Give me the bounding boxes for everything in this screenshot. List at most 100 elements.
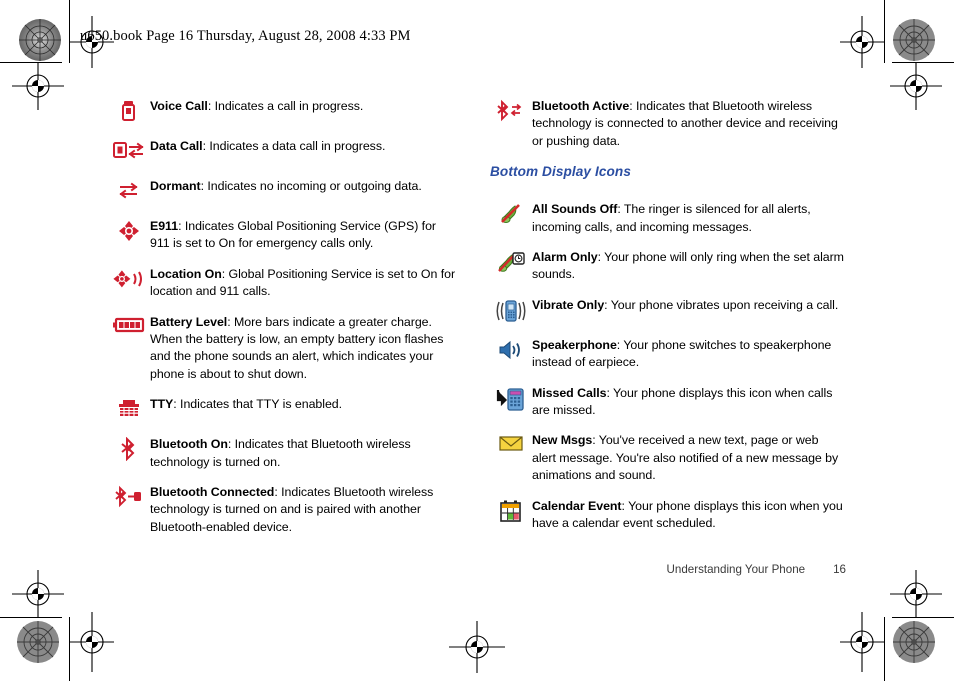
list-item-text: Bluetooth Connected: Indicates Bluetooth… bbox=[150, 484, 458, 536]
term: Alarm Only bbox=[532, 250, 598, 265]
registration-crosshair-bottom-right bbox=[840, 612, 884, 672]
term: Battery Level bbox=[150, 314, 228, 329]
bluetooth-active-icon bbox=[490, 98, 532, 125]
data-call-icon bbox=[108, 138, 150, 165]
list-item-text: Calendar Event: Your phone displays this… bbox=[532, 498, 845, 533]
registration-crosshair-top-right bbox=[840, 16, 884, 68]
definition: : Indicates that TTY is enabled. bbox=[173, 397, 343, 412]
list-item-text: Voice Call: Indicates a call in progress… bbox=[150, 98, 458, 115]
registration-crosshair-bottom-left bbox=[70, 612, 114, 672]
right-column: Bluetooth Active: Indicates that Bluetoo… bbox=[490, 98, 845, 546]
definition: : Indicates Global Positioning Service (… bbox=[150, 219, 436, 251]
definition: : Indicates a data call in progress. bbox=[202, 139, 386, 153]
page-footer: Understanding Your Phone 16 bbox=[667, 563, 847, 576]
footer-page-number: 16 bbox=[833, 563, 846, 576]
registration-crosshair-right-lower bbox=[890, 570, 942, 618]
list-item-text: Data Call: Indicates a data call in prog… bbox=[150, 138, 458, 155]
list-item: Dormant: Indicates no incoming or outgoi… bbox=[108, 178, 458, 205]
trim-rule-bottom-left-horizontal bbox=[0, 617, 62, 619]
list-item-text: Vibrate Only: Your phone vibrates upon r… bbox=[532, 297, 845, 314]
list-item-text: Bluetooth Active: Indicates that Bluetoo… bbox=[532, 98, 845, 150]
missed-calls-icon bbox=[490, 385, 532, 412]
list-item-text: Bluetooth On: Indicates that Bluetooth w… bbox=[150, 436, 458, 471]
list-item: Missed Calls: Your phone displays this i… bbox=[490, 385, 845, 420]
list-item-text: Location On: Global Positioning Service … bbox=[150, 266, 458, 301]
list-item: Calendar Event: Your phone displays this… bbox=[490, 498, 845, 533]
trim-rule-top-left-horizontal bbox=[0, 62, 62, 64]
list-item: Location On: Global Positioning Service … bbox=[108, 266, 458, 301]
list-item: Vibrate Only: Your phone vibrates upon r… bbox=[490, 297, 845, 324]
battery-level-icon bbox=[108, 314, 150, 341]
term: Bluetooth Active bbox=[532, 99, 630, 113]
list-item-text: Speakerphone: Your phone switches to spe… bbox=[532, 337, 845, 372]
list-item: TTY: Indicates that TTY is enabled. bbox=[108, 396, 458, 423]
term: All Sounds Off bbox=[532, 202, 618, 217]
list-item: E911: Indicates Global Positioning Servi… bbox=[108, 218, 458, 253]
list-item-text: New Msgs: You've received a new text, pa… bbox=[532, 432, 845, 484]
term: Data Call bbox=[150, 139, 203, 153]
list-item: All Sounds Off: The ringer is silenced f… bbox=[490, 201, 845, 236]
e911-icon bbox=[108, 218, 150, 245]
section-heading-bottom-display-icons: Bottom Display Icons bbox=[490, 164, 631, 180]
tty-icon bbox=[108, 396, 150, 423]
trim-rule-bottom-right-horizontal bbox=[892, 617, 954, 619]
list-item-text: TTY: Indicates that TTY is enabled. bbox=[150, 396, 458, 413]
term: TTY bbox=[150, 397, 174, 412]
list-item: Alarm Only: Your phone will only ring wh… bbox=[490, 249, 845, 284]
printed-page: u650.book Page 16 Thursday, August 28, 2… bbox=[0, 0, 954, 681]
left-column: Voice Call: Indicates a call in progress… bbox=[108, 98, 458, 549]
alarm-only-icon bbox=[490, 249, 532, 276]
definition: : Indicates no incoming or outgoing data… bbox=[200, 179, 422, 193]
term: Bluetooth Connected bbox=[150, 485, 275, 500]
definition: : Indicates a call in progress. bbox=[207, 99, 364, 113]
calendar-event-icon bbox=[490, 498, 532, 525]
trim-rule-bottom-left-vertical bbox=[69, 617, 71, 681]
list-item: New Msgs: You've received a new text, pa… bbox=[490, 432, 845, 484]
list-item: Battery Level: More bars indicate a grea… bbox=[108, 314, 458, 384]
term: Location On bbox=[150, 266, 222, 281]
bluetooth-connected-icon bbox=[108, 484, 150, 511]
list-item: Data Call: Indicates a data call in prog… bbox=[108, 138, 458, 165]
list-item-text: Dormant: Indicates no incoming or outgoi… bbox=[150, 178, 458, 195]
trim-rule-top-right-vertical bbox=[884, 0, 886, 63]
term: Vibrate Only bbox=[532, 297, 605, 312]
registration-crosshair-right-upper bbox=[890, 62, 942, 110]
list-item: Bluetooth Connected: Indicates Bluetooth… bbox=[108, 484, 458, 536]
list-item: Speakerphone: Your phone switches to spe… bbox=[490, 337, 845, 372]
list-item-text: Missed Calls: Your phone displays this i… bbox=[532, 385, 845, 420]
list-item-text: Battery Level: More bars indicate a grea… bbox=[150, 314, 458, 384]
trim-rule-top-left-vertical bbox=[69, 0, 71, 63]
term: New Msgs bbox=[532, 433, 593, 448]
term: Missed Calls bbox=[532, 385, 607, 400]
term: Calendar Event bbox=[532, 498, 622, 513]
registration-rosette-top-right bbox=[892, 18, 936, 62]
term: Voice Call bbox=[150, 99, 208, 113]
list-item: Bluetooth Active: Indicates that Bluetoo… bbox=[490, 98, 845, 150]
trim-rule-top-right-horizontal bbox=[892, 62, 954, 64]
registration-crosshair-left-lower bbox=[12, 570, 64, 618]
term: Speakerphone bbox=[532, 337, 617, 352]
list-item-text: All Sounds Off: The ringer is silenced f… bbox=[532, 201, 845, 236]
registration-crosshair-bottom-center bbox=[447, 617, 507, 677]
vibrate-only-icon bbox=[490, 297, 532, 324]
list-item: Bluetooth On: Indicates that Bluetooth w… bbox=[108, 436, 458, 471]
registration-rosette-top-left bbox=[18, 18, 62, 62]
footer-section-title: Understanding Your Phone bbox=[666, 563, 806, 576]
definition: : Your phone vibrates upon receiving a c… bbox=[604, 297, 839, 312]
voice-call-icon bbox=[108, 98, 150, 125]
registration-rosette-bottom-left bbox=[16, 620, 60, 664]
term: E911 bbox=[150, 219, 179, 233]
location-on-icon bbox=[108, 266, 150, 293]
list-item-text: E911: Indicates Global Positioning Servi… bbox=[150, 218, 458, 253]
page-header-line: u650.book Page 16 Thursday, August 28, 2… bbox=[80, 28, 411, 44]
list-item: Voice Call: Indicates a call in progress… bbox=[108, 98, 458, 125]
trim-rule-bottom-right-vertical bbox=[884, 617, 886, 681]
term: Dormant bbox=[150, 179, 201, 193]
bluetooth-on-icon bbox=[108, 436, 150, 463]
term: Bluetooth On bbox=[150, 437, 228, 452]
registration-rosette-bottom-right bbox=[892, 620, 936, 664]
list-item-text: Alarm Only: Your phone will only ring wh… bbox=[532, 249, 845, 284]
registration-crosshair-left-upper bbox=[12, 62, 64, 110]
all-sounds-off-icon bbox=[490, 201, 532, 228]
dormant-icon bbox=[108, 178, 150, 205]
